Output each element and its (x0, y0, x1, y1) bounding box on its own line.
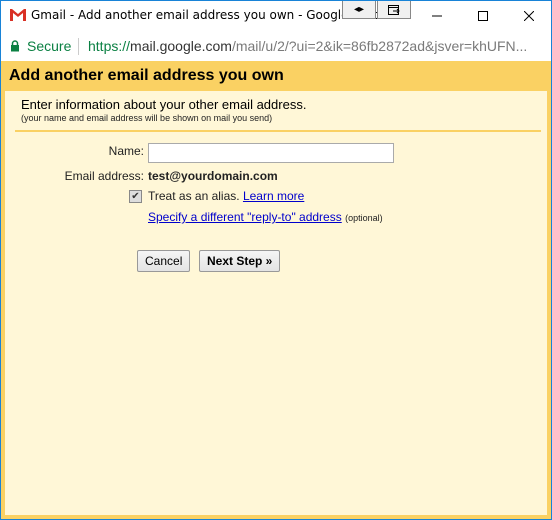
overlay-buttons: ◂▸ (342, 1, 411, 19)
optional-note: (optional) (345, 213, 383, 223)
arrows-icon: ◂▸ (353, 4, 365, 15)
close-icon (524, 11, 534, 21)
next-step-button[interactable]: Next Step » (199, 250, 281, 272)
email-value: test@yourdomain.com (148, 169, 278, 183)
divider (15, 130, 541, 132)
cancel-button[interactable]: Cancel (137, 250, 191, 272)
address-separator (78, 38, 79, 55)
name-label: Name: (108, 144, 144, 158)
browser-window: Gmail - Add another email address you ow… (0, 0, 552, 520)
secure-label[interactable]: Secure (27, 38, 71, 54)
address-bar[interactable]: Secure https://mail.google.com/mail/u/2/… (1, 31, 551, 62)
popout-button[interactable] (377, 1, 411, 19)
url-host: mail.google.com (130, 38, 232, 54)
alias-row: Treat as an alias. Learn more (148, 189, 304, 203)
form-subheading: (your name and email address will be sho… (21, 113, 273, 123)
lock-icon (11, 40, 19, 52)
maximize-button[interactable] (460, 1, 506, 31)
learn-more-link[interactable]: Learn more (243, 189, 304, 203)
url-text[interactable]: https://mail.google.com/mail/u/2/?ui=2&i… (88, 38, 527, 54)
reply-to-row: Specify a different "reply-to" address (… (148, 210, 383, 224)
minimize-button[interactable] (414, 1, 460, 31)
email-label: Email address: (64, 169, 144, 183)
dialog-panel: Enter information about your other email… (5, 91, 547, 515)
dialog-title: Add another email address you own (9, 67, 284, 84)
alias-checkbox[interactable]: ✔ (129, 190, 142, 203)
reply-to-link[interactable]: Specify a different "reply-to" address (148, 210, 342, 224)
url-path: /mail/u/2/?ui=2&ik=86fb2872ad&jsver=khUF… (231, 38, 528, 54)
popout-icon (388, 4, 400, 15)
alias-label[interactable]: Treat as an alias. (148, 189, 240, 203)
dialog-frame: Add another email address you own Enter … (1, 61, 551, 519)
resize-arrows-button[interactable]: ◂▸ (342, 1, 376, 19)
name-input[interactable] (148, 143, 394, 163)
maximize-icon (478, 11, 488, 21)
url-scheme: https:// (88, 38, 131, 54)
checkmark-icon: ✔ (131, 191, 140, 202)
close-button[interactable] (506, 1, 552, 31)
gmail-icon (10, 9, 26, 21)
minimize-icon (432, 15, 442, 17)
title-bar: Gmail - Add another email address you ow… (1, 1, 551, 31)
form-heading: Enter information about your other email… (21, 97, 307, 112)
